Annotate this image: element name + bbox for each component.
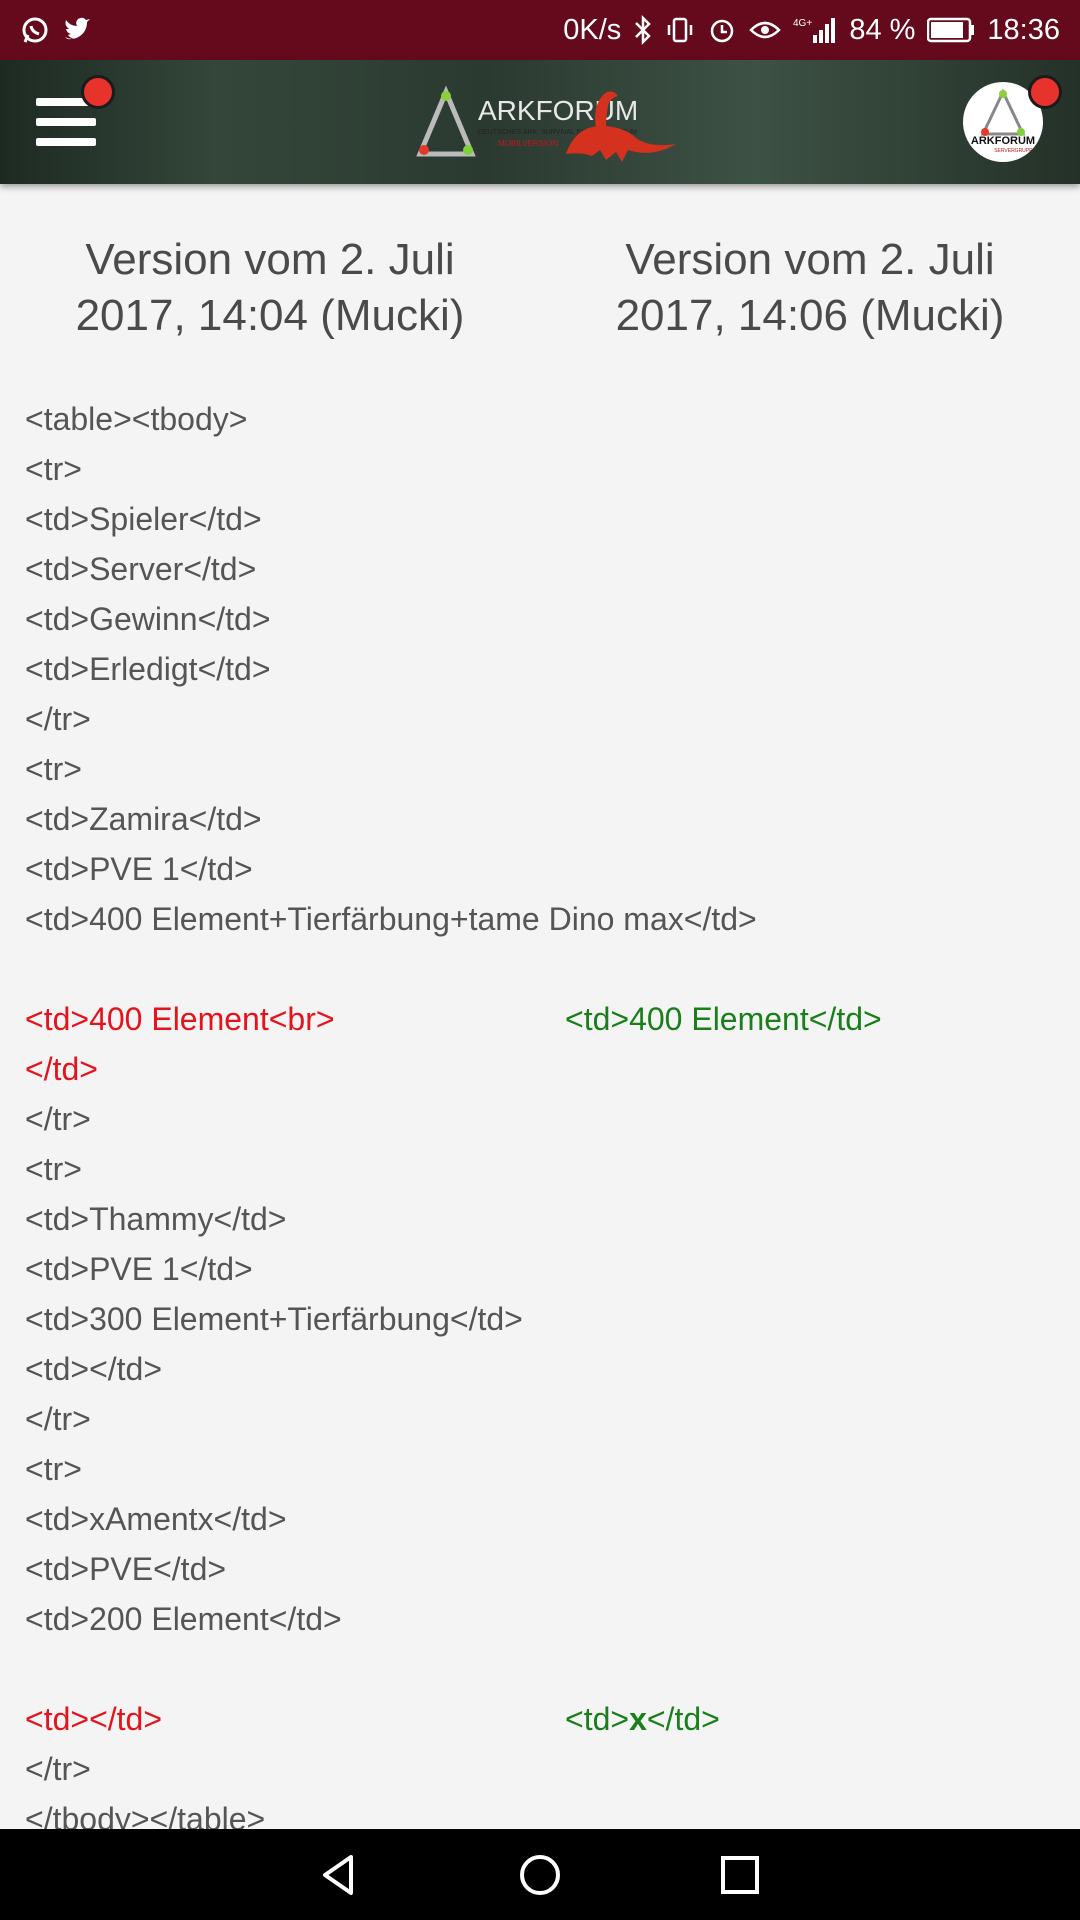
recents-button[interactable]	[712, 1847, 768, 1903]
diff-line: <td>PVE 1</td>	[25, 851, 253, 887]
added-text: <td>x</td>	[565, 1694, 720, 1744]
diff-line: <td></td>	[25, 1351, 163, 1387]
removed-text: </td>	[25, 1051, 98, 1087]
added-text-before: <td>	[565, 1701, 630, 1737]
added-text: <td>400 Element</td>	[565, 1001, 882, 1037]
battery-icon	[927, 17, 975, 43]
diff-line: <table><tbody>	[25, 401, 248, 437]
diff-line: <td>PVE 1</td>	[25, 1251, 253, 1287]
diff-line-changed: <td>400 Element<br> <td>400 Element</td>	[25, 994, 1065, 1044]
battery-percent: 84 %	[849, 13, 916, 46]
network-speed: 0K/s	[563, 13, 622, 46]
navigation-bar	[0, 1829, 1080, 1920]
diff-line: <tr>	[25, 751, 82, 787]
eye-comfort-icon	[749, 15, 782, 45]
diff-line-changed: <td></td> <td>x</td>	[25, 1694, 1065, 1744]
added-text-after: </td>	[646, 1701, 720, 1737]
home-icon	[520, 1855, 560, 1895]
diff-line	[25, 944, 1065, 994]
recents-icon	[721, 1856, 759, 1894]
bluetooth-icon	[633, 15, 653, 45]
diff-line: </tr>	[25, 1101, 91, 1137]
diff-line: <tr>	[25, 1151, 82, 1187]
svg-text:ARKFORUM: ARKFORUM	[971, 135, 1035, 147]
status-bar: 0K/s 4G+ 84 % 18:36	[0, 0, 1080, 60]
svg-text:SERVERGRUPPE: SERVERGRUPPE	[994, 148, 1036, 154]
menu-notification-badge	[81, 75, 115, 109]
back-icon	[323, 1855, 353, 1895]
avatar-notification-badge	[1028, 75, 1062, 109]
diff-line: <td>Spieler</td>	[25, 501, 262, 537]
diff-line: <td>Thammy</td>	[25, 1201, 287, 1237]
added-text-highlight: x	[629, 1701, 647, 1737]
clock: 18:36	[987, 13, 1060, 46]
whatsapp-icon	[20, 15, 50, 45]
twitter-icon	[62, 15, 92, 45]
svg-text:ARKFORUM: ARKFORUM	[478, 95, 638, 126]
diff-line: <td>Gewinn</td>	[25, 601, 271, 637]
diff-line: <td>400 Element+Tierfärbung+tame Dino ma…	[25, 901, 757, 937]
diff-line: <td>Erledigt</td>	[25, 651, 271, 687]
left-version-title: Version vom 2. Juli 2017, 14:04 (Mucki)	[75, 235, 465, 340]
diff-line	[25, 1644, 1065, 1694]
diff-line: <td>xAmentx</td>	[25, 1501, 287, 1537]
svg-text:4G+: 4G+	[793, 18, 812, 29]
diff-line: <tr>	[25, 1451, 82, 1487]
diff-line-changed: </td>	[25, 1044, 1065, 1094]
diff-line: </tbody></table>	[25, 1801, 266, 1829]
diff-line: <td>PVE</td>	[25, 1551, 227, 1587]
site-logo[interactable]: ARKFORUM DEUTSCHES ARK: SURVIVAL EVOLVED…	[416, 84, 676, 170]
diff-line: <td>Server</td>	[25, 551, 257, 587]
diff-line: </tr>	[25, 1751, 91, 1787]
diff-line: </tr>	[25, 701, 91, 737]
signal-icon: 4G+	[793, 15, 837, 45]
diff-view: Version vom 2. Juli 2017, 14:04 (Mucki) …	[0, 184, 1080, 1829]
diff-lines: <table><tbody> <tr> <td>Spieler</td> <td>Se…	[25, 394, 1065, 1829]
removed-text: <td></td>	[25, 1701, 163, 1737]
diff-line: <tr>	[25, 451, 82, 487]
vibrate-icon	[665, 15, 695, 45]
right-version-title: Version vom 2. Juli 2017, 14:06 (Mucki)	[615, 235, 1005, 340]
diff-line: </tr>	[25, 1401, 91, 1437]
diff-line: <td>Zamira</td>	[25, 801, 262, 837]
diff-line: <td>300 Element+Tierfärbung</td>	[25, 1301, 523, 1337]
home-button[interactable]	[512, 1847, 568, 1903]
app-header: ARKFORUM DEUTSCHES ARK: SURVIVAL EVOLVED…	[0, 60, 1080, 184]
diff-line: <td>200 Element</td>	[25, 1601, 342, 1637]
back-button[interactable]	[313, 1847, 369, 1903]
alarm-icon	[707, 15, 737, 45]
removed-text: <td>400 Element<br>	[25, 1001, 335, 1037]
svg-text:MOBILVERSION: MOBILVERSION	[498, 139, 559, 148]
